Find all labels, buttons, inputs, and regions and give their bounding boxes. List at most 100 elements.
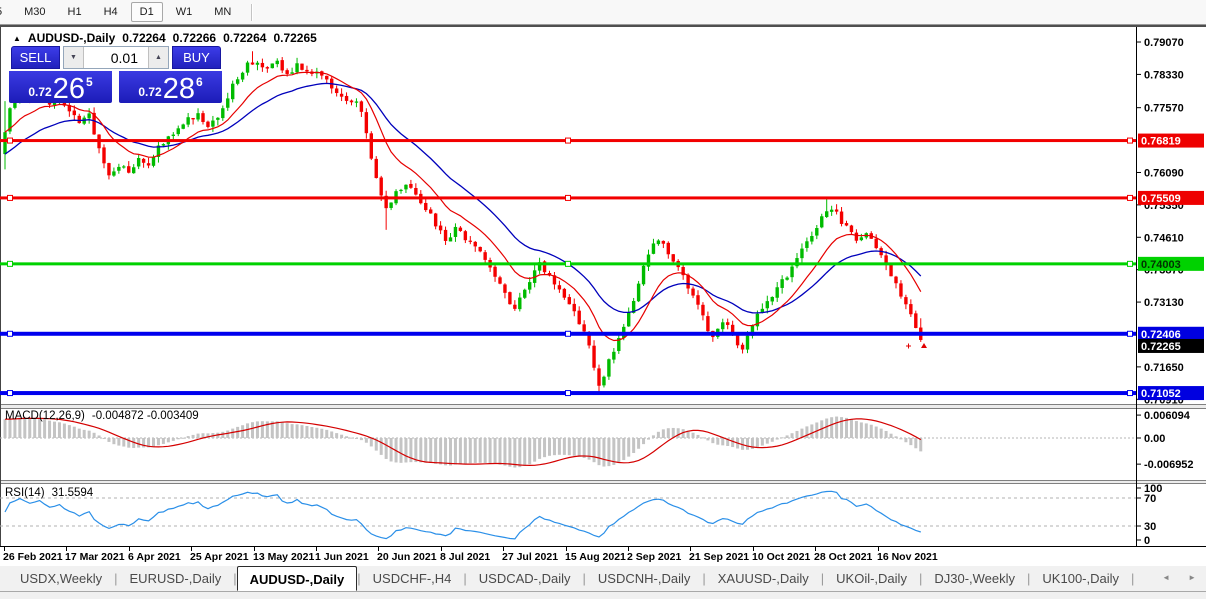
- price-level-badge: 0.71052: [1141, 388, 1181, 400]
- date-label: 15 Aug 2021: [565, 551, 626, 563]
- sell-price-big: 26: [52, 73, 85, 105]
- horizontal-line[interactable]: [0, 330, 1136, 337]
- date-label: 26 Feb 2021: [3, 551, 63, 563]
- line-handle[interactable]: [1127, 330, 1133, 337]
- date-label: 16 Nov 2021: [877, 551, 938, 563]
- line-handle[interactable]: [565, 330, 571, 337]
- timeframe-button-mn[interactable]: MN: [205, 2, 240, 22]
- chart-tab-ukoil-daily[interactable]: UKOil-,Daily: [824, 566, 919, 591]
- sell-price-prefix: 0.72: [28, 85, 52, 99]
- timeframe-button-w1[interactable]: W1: [167, 2, 202, 22]
- date-label: 10 Oct 2021: [752, 551, 811, 563]
- timeframe-button-h4[interactable]: H4: [95, 2, 127, 22]
- chart-tab-audusd-daily[interactable]: AUDUSD-,Daily: [236, 566, 358, 591]
- price-axis-label: 0.71650: [1144, 362, 1184, 374]
- price-axis-label: 0.73130: [1144, 297, 1184, 309]
- buy-price-big: 28: [162, 73, 195, 105]
- price-axis-label: 0.74610: [1144, 232, 1184, 244]
- chart-tab-usdx-weekly[interactable]: USDX,Weekly: [8, 566, 114, 591]
- date-label: 25 Apr 2021: [190, 551, 249, 563]
- one-click-trading-panel: SELL ▼ 0.01 ▲ BUY 0.72 26 5 0.72 28 6: [9, 46, 222, 105]
- date-label: 8 Jul 2021: [440, 551, 490, 563]
- rsi-axis-label: 0: [1144, 535, 1150, 547]
- line-handle[interactable]: [7, 194, 13, 201]
- timeframe-toolbar: 5M30H1H4D1W1MN: [0, 0, 1206, 24]
- price-axis-label: 0.76090: [1144, 167, 1184, 179]
- timeframe-button-h1[interactable]: H1: [59, 2, 91, 22]
- date-label: 17 Mar 2021: [65, 551, 125, 563]
- macd-indicator-label: MACD(12,26,9) -0.004872 -0.003409: [5, 410, 199, 422]
- price-axis-label: 0.78330: [1144, 69, 1184, 81]
- tab-separator: |: [1131, 571, 1135, 586]
- line-handle[interactable]: [1127, 390, 1133, 397]
- line-handle[interactable]: [7, 390, 13, 397]
- line-handle[interactable]: [1127, 137, 1133, 144]
- lot-decrease-button[interactable]: ▼: [64, 47, 84, 68]
- buy-price-prefix: 0.72: [138, 85, 162, 99]
- symbol-name: AUDUSD-,Daily: [27, 31, 116, 45]
- chart-tab-usdcnh-daily[interactable]: USDCNH-,Daily: [586, 566, 702, 591]
- sell-price-display[interactable]: 0.72 26 5: [9, 71, 112, 105]
- horizontal-line[interactable]: [0, 390, 1136, 397]
- lot-increase-button[interactable]: ▲: [148, 47, 168, 68]
- price-axis-label: 0.79070: [1144, 37, 1184, 49]
- price-level-badge: 0.75509: [1141, 193, 1181, 205]
- date-label: 27 Jul 2021: [502, 551, 558, 563]
- sell-button[interactable]: SELL: [11, 46, 60, 69]
- rsi-value: 31.5594: [51, 487, 94, 499]
- rsi-indicator-label: RSI(14) 31.5594: [5, 487, 93, 499]
- collapse-icon[interactable]: ▲: [13, 34, 21, 43]
- buy-price-display[interactable]: 0.72 28 6: [119, 71, 222, 105]
- line-handle[interactable]: [7, 330, 13, 337]
- rsi-name: RSI(14): [5, 487, 45, 499]
- ohlc-high: 0.72266: [172, 31, 217, 45]
- price-level-badge: 0.72265: [1141, 341, 1181, 353]
- timeframe-button-d1[interactable]: D1: [130, 2, 163, 22]
- chart-tab-bar: USDX,Weekly | EURUSD-,Daily | AUDUSD-,Daily |…: [0, 566, 1206, 592]
- lot-size-value[interactable]: 0.01: [84, 47, 148, 68]
- date-label: 1 Jun 2021: [315, 551, 369, 563]
- date-label: 21 Sep 2021: [689, 551, 749, 563]
- chart-tab-usdchf-h4[interactable]: USDCHF-,H4: [361, 566, 464, 591]
- chart-tab-xauusd-daily[interactable]: XAUUSD-,Daily: [706, 566, 821, 591]
- chart-tab-usdcad-daily[interactable]: USDCAD-,Daily: [467, 566, 583, 591]
- macd-name: MACD(12,26,9): [5, 410, 85, 422]
- chevron-up-icon: ▲: [155, 54, 162, 61]
- date-label: 28 Oct 2021: [814, 551, 873, 563]
- macd-values: -0.004872 -0.003409: [91, 410, 199, 422]
- timeframe-button-clipped[interactable]: 5: [0, 2, 11, 22]
- ohlc-low: 0.72264: [223, 31, 267, 45]
- chart-tab-eurusd-daily[interactable]: EURUSD-,Daily: [118, 566, 234, 591]
- buy-button[interactable]: BUY: [172, 46, 221, 69]
- tab-scroll-arrows: ◄ ►: [1144, 573, 1196, 582]
- toolbar-separator: [251, 3, 254, 21]
- line-handle[interactable]: [565, 260, 571, 267]
- chart-title-bar: ▲ AUDUSD-,Daily 0.72264 0.72266 0.72264 …: [13, 31, 317, 45]
- price-level-badge: 0.76819: [1141, 136, 1181, 148]
- timeframe-button-m30[interactable]: M30: [15, 2, 54, 22]
- chart-background: [0, 27, 1206, 566]
- line-handle[interactable]: [565, 137, 571, 144]
- tab-scroll-left-icon[interactable]: ◄: [1162, 573, 1170, 582]
- chart-tab-uk100-daily[interactable]: UK100-,Daily: [1030, 566, 1131, 591]
- lot-size-control: ▼ 0.01 ▲: [63, 46, 169, 69]
- line-handle[interactable]: [1127, 260, 1133, 267]
- rsi-axis-label: 70: [1144, 493, 1156, 505]
- price-level-badge: 0.74003: [1141, 259, 1181, 271]
- ohlc-open: 0.72264: [122, 31, 166, 45]
- date-label: 13 May 2021: [253, 551, 314, 563]
- price-axis-label: 0.77570: [1144, 103, 1184, 115]
- line-handle[interactable]: [7, 260, 13, 267]
- date-label: 2 Sep 2021: [627, 551, 681, 563]
- date-label: 20 Jun 2021: [377, 551, 437, 563]
- buy-price-sup: 6: [195, 75, 203, 89]
- ohlc-close: 0.72265: [273, 31, 317, 45]
- line-handle[interactable]: [1127, 194, 1133, 201]
- chevron-down-icon: ▼: [70, 54, 77, 61]
- line-handle[interactable]: [565, 194, 571, 201]
- macd-axis-label: -0.006952: [1144, 459, 1194, 471]
- chart-tab-dj30-weekly[interactable]: DJ30-,Weekly: [922, 566, 1027, 591]
- line-handle[interactable]: [7, 137, 13, 144]
- line-handle[interactable]: [565, 390, 571, 397]
- tab-scroll-right-icon[interactable]: ►: [1188, 573, 1196, 582]
